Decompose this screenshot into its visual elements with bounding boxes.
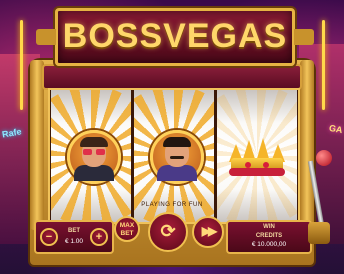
win-label: WIN xyxy=(263,224,275,230)
lever-knob[interactable] xyxy=(316,150,332,166)
win-credits-panel: WIN CREDITS € 10.000,00 xyxy=(226,220,312,254)
boss-red-glasses-symbol xyxy=(67,130,121,184)
game-title: BOSSVEGAS xyxy=(62,17,288,55)
slot-cabinet: PLAYING FOR FUN − BET € 1.00 + MAX BET ⟳… xyxy=(30,60,314,265)
bet-increase-button[interactable]: + xyxy=(90,228,108,246)
fast-forward-button[interactable]: ▶▶ xyxy=(192,216,224,248)
game-stage: Rafe GA PLAYING FOR FUN − BET € 1.00 + M… xyxy=(0,0,344,274)
boss-mustache-symbol xyxy=(150,130,204,184)
fast-forward-icon: ▶▶ xyxy=(201,224,218,238)
left-neon-lamp xyxy=(20,20,23,110)
right-neon-lamp xyxy=(322,20,325,110)
suit-shape xyxy=(74,165,114,181)
credits-label: CREDITS xyxy=(255,233,283,239)
spin-icon: ⟳ xyxy=(160,221,176,241)
spin-button[interactable]: ⟳ xyxy=(148,212,188,252)
credits-value: € 10.000,00 xyxy=(251,241,287,248)
mustache-icon xyxy=(170,156,184,159)
lever-base xyxy=(308,222,330,244)
playing-for-fun-label: PLAYING FOR FUN xyxy=(141,202,203,208)
cabinet-top-strip xyxy=(42,64,302,90)
suit-shape xyxy=(157,165,197,181)
hair-shape xyxy=(80,137,108,147)
control-bar: − BET € 1.00 + MAX BET ⟳ ▶▶ WIN CREDITS … xyxy=(30,210,314,254)
crown-velvet xyxy=(229,168,285,176)
max-bet-button[interactable]: MAX BET xyxy=(114,216,140,242)
crown-symbol xyxy=(227,136,287,176)
hair-shape xyxy=(163,137,191,147)
bet-panel: − BET € 1.00 + xyxy=(34,220,114,254)
title-plate: BOSSVEGAS xyxy=(36,8,314,66)
red-glasses-icon xyxy=(83,149,105,155)
